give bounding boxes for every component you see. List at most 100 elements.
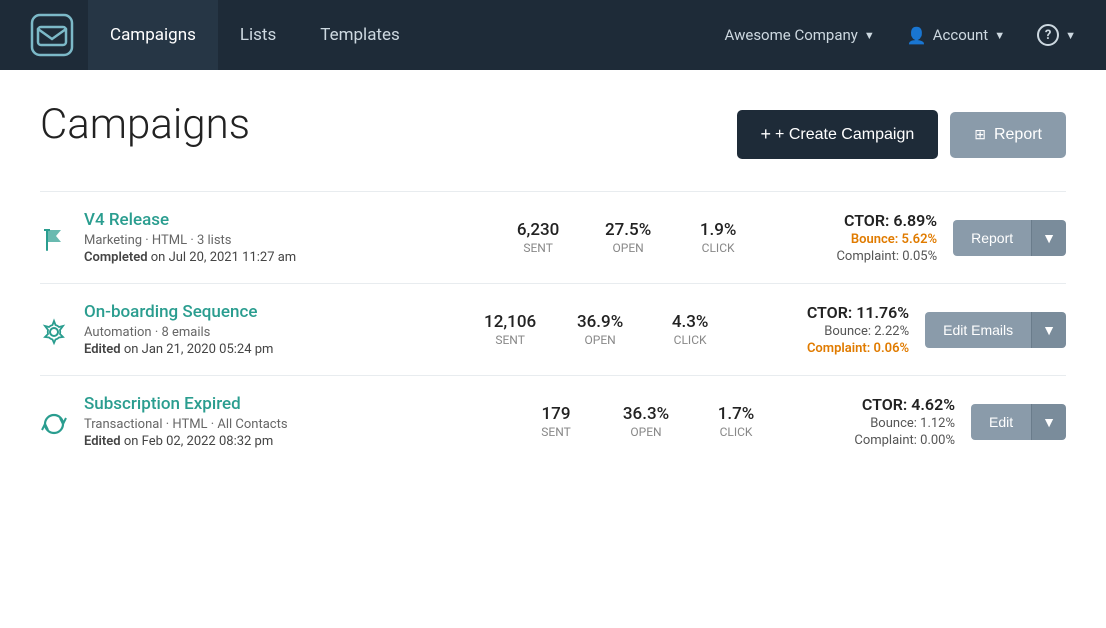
main-content: Campaigns + + Create Campaign ⊞ Report bbox=[0, 70, 1106, 628]
stat-open-onboarding: 36.9% Open bbox=[555, 312, 645, 347]
campaign-info-v4: V4 Release Marketing · HTML · 3 lists Co… bbox=[84, 210, 493, 265]
nav-lists[interactable]: Lists bbox=[218, 0, 298, 70]
help-dropdown[interactable]: ? ▼ bbox=[1023, 16, 1090, 54]
metrics-subscription: CTOR: 4.62% Bounce: 1.12% Complaint: 0.0… bbox=[781, 395, 971, 448]
stat-click-subscription: 1.7% Click bbox=[691, 404, 781, 439]
report-label: Report bbox=[994, 126, 1042, 144]
bounce-v4: Bounce: 5.62% bbox=[763, 232, 937, 247]
sent-label-onboarding: Sent bbox=[495, 333, 525, 347]
nav-campaigns[interactable]: Campaigns bbox=[88, 0, 218, 70]
sent-value-v4: 6,230 bbox=[517, 220, 559, 240]
action-subscription: Edit ▼ bbox=[971, 404, 1066, 440]
page-title: Campaigns bbox=[40, 102, 250, 148]
status-date-subscription: on Feb 02, 2022 08:32 pm bbox=[124, 434, 273, 449]
table-row: On-boarding Sequence Automation · 8 emai… bbox=[40, 283, 1066, 375]
status-date-onboarding: on Jan 21, 2020 05:24 pm bbox=[124, 342, 274, 357]
campaign-status-subscription: Edited on Feb 02, 2022 08:32 pm bbox=[84, 434, 511, 449]
plus-icon: + bbox=[761, 124, 772, 145]
header-actions: + + Create Campaign ⊞ Report bbox=[737, 110, 1066, 159]
report-button[interactable]: ⊞ Report bbox=[950, 112, 1066, 158]
campaign-status-onboarding: Edited on Jan 21, 2020 05:24 pm bbox=[84, 342, 465, 357]
campaign-name-onboarding[interactable]: On-boarding Sequence bbox=[84, 302, 257, 322]
metrics-v4: CTOR: 6.89% Bounce: 5.62% Complaint: 0.0… bbox=[763, 211, 953, 264]
stat-open-v4: 27.5% Open bbox=[583, 220, 673, 255]
edit-caret-subscription[interactable]: ▼ bbox=[1031, 404, 1066, 440]
click-label-subscription: Click bbox=[720, 425, 753, 439]
nav-links: Campaigns Lists Templates bbox=[88, 0, 711, 70]
click-value-onboarding: 4.3% bbox=[672, 312, 709, 332]
grid-icon: ⊞ bbox=[974, 126, 986, 143]
bounce-subscription: Bounce: 1.12% bbox=[781, 416, 955, 431]
ctor-onboarding: CTOR: 11.76% bbox=[735, 303, 909, 322]
status-label-v4: Completed bbox=[84, 250, 148, 265]
sent-label-v4: Sent bbox=[523, 241, 553, 255]
complaint-v4: Complaint: 0.05% bbox=[763, 249, 937, 264]
campaign-name-v4[interactable]: V4 Release bbox=[84, 210, 169, 230]
company-caret-icon: ▼ bbox=[864, 29, 875, 42]
status-date-v4: on Jul 20, 2021 11:27 am bbox=[151, 250, 296, 265]
campaign-info-subscription: Subscription Expired Transactional · HTM… bbox=[84, 394, 511, 449]
click-value-v4: 1.9% bbox=[700, 220, 737, 240]
open-label-onboarding: Open bbox=[585, 333, 616, 347]
metrics-onboarding: CTOR: 11.76% Bounce: 2.22% Complaint: 0.… bbox=[735, 303, 925, 356]
table-row: Subscription Expired Transactional · HTM… bbox=[40, 375, 1066, 467]
create-campaign-button[interactable]: + + Create Campaign bbox=[737, 110, 939, 159]
campaign-icon-flag bbox=[40, 222, 84, 254]
logo[interactable] bbox=[16, 0, 88, 70]
account-dropdown[interactable]: 👤 Account ▼ bbox=[893, 18, 1019, 53]
campaign-meta-v4: Marketing · HTML · 3 lists bbox=[84, 233, 493, 248]
account-person-icon: 👤 bbox=[907, 26, 927, 45]
table-row: V4 Release Marketing · HTML · 3 lists Co… bbox=[40, 191, 1066, 283]
sent-value-subscription: 179 bbox=[542, 404, 571, 424]
campaign-icon-gear bbox=[40, 314, 84, 346]
sent-value-onboarding: 12,106 bbox=[484, 312, 536, 332]
page-header: Campaigns + + Create Campaign ⊞ Report bbox=[40, 102, 1066, 159]
edit-emails-action-onboarding[interactable]: Edit Emails bbox=[925, 312, 1031, 348]
stat-click-v4: 1.9% Click bbox=[673, 220, 763, 255]
complaint-onboarding: Complaint: 0.06% bbox=[735, 341, 909, 356]
campaign-status-v4: Completed on Jul 20, 2021 11:27 am bbox=[84, 250, 493, 265]
campaign-meta-onboarding: Automation · 8 emails bbox=[84, 325, 465, 340]
nav-right: Awesome Company ▼ 👤 Account ▼ ? ▼ bbox=[711, 16, 1090, 54]
create-campaign-label: + Create Campaign bbox=[775, 126, 914, 144]
campaign-list: V4 Release Marketing · HTML · 3 lists Co… bbox=[40, 191, 1066, 467]
campaign-icon-refresh bbox=[40, 406, 84, 438]
stat-open-subscription: 36.3% Open bbox=[601, 404, 691, 439]
report-caret-v4[interactable]: ▼ bbox=[1031, 220, 1066, 256]
action-v4: Report ▼ bbox=[953, 220, 1066, 256]
open-value-v4: 27.5% bbox=[605, 220, 651, 240]
edit-action-subscription[interactable]: Edit bbox=[971, 404, 1031, 440]
open-value-onboarding: 36.9% bbox=[577, 312, 623, 332]
open-label-v4: Open bbox=[613, 241, 644, 255]
complaint-subscription: Complaint: 0.00% bbox=[781, 433, 955, 448]
account-caret-icon: ▼ bbox=[994, 29, 1005, 42]
ctor-v4: CTOR: 6.89% bbox=[763, 211, 937, 230]
click-value-subscription: 1.7% bbox=[718, 404, 755, 424]
sent-label-subscription: Sent bbox=[541, 425, 571, 439]
account-label: Account bbox=[933, 26, 989, 44]
report-action-v4[interactable]: Report bbox=[953, 220, 1031, 256]
open-label-subscription: Open bbox=[630, 425, 661, 439]
campaign-name-subscription[interactable]: Subscription Expired bbox=[84, 394, 241, 414]
bounce-onboarding: Bounce: 2.22% bbox=[735, 324, 909, 339]
stat-click-onboarding: 4.3% Click bbox=[645, 312, 735, 347]
ctor-subscription: CTOR: 4.62% bbox=[781, 395, 955, 414]
company-label: Awesome Company bbox=[725, 26, 858, 44]
click-label-onboarding: Click bbox=[674, 333, 707, 347]
company-dropdown[interactable]: Awesome Company ▼ bbox=[711, 18, 889, 52]
edit-emails-caret-onboarding[interactable]: ▼ bbox=[1031, 312, 1066, 348]
open-value-subscription: 36.3% bbox=[623, 404, 669, 424]
click-label-v4: Click bbox=[702, 241, 735, 255]
help-icon: ? bbox=[1037, 24, 1059, 46]
stat-sent-onboarding: 12,106 Sent bbox=[465, 312, 555, 347]
help-caret-icon: ▼ bbox=[1065, 29, 1076, 42]
stat-sent-v4: 6,230 Sent bbox=[493, 220, 583, 255]
nav-templates[interactable]: Templates bbox=[298, 0, 422, 70]
navbar: Campaigns Lists Templates Awesome Compan… bbox=[0, 0, 1106, 70]
action-onboarding: Edit Emails ▼ bbox=[925, 312, 1066, 348]
stat-sent-subscription: 179 Sent bbox=[511, 404, 601, 439]
status-label-subscription: Edited bbox=[84, 434, 121, 449]
status-label-onboarding: Edited bbox=[84, 342, 121, 357]
campaign-info-onboarding: On-boarding Sequence Automation · 8 emai… bbox=[84, 302, 465, 357]
campaign-meta-subscription: Transactional · HTML · All Contacts bbox=[84, 417, 511, 432]
